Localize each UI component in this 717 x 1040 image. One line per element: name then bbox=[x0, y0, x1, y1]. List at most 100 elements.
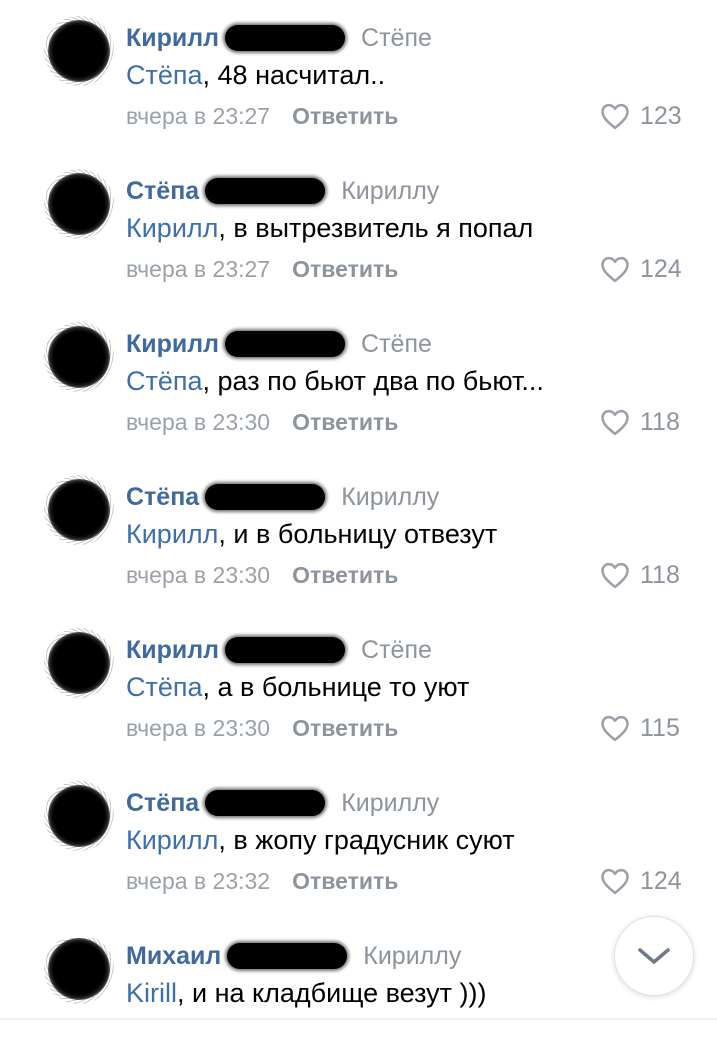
like-count: 124 bbox=[640, 866, 682, 895]
reply-button[interactable]: Ответить bbox=[292, 562, 398, 589]
reply-to-name[interactable]: Кириллу bbox=[341, 483, 439, 512]
heart-outline-icon bbox=[601, 562, 629, 589]
reply-button[interactable]: Ответить bbox=[292, 256, 398, 283]
comment-meta: вчера в 23:30 Ответить bbox=[126, 406, 398, 438]
heart-outline-icon bbox=[601, 256, 629, 283]
comment-body: , в жопу градусник суют bbox=[218, 825, 515, 855]
comment-header: Кирилл Стёпе bbox=[126, 22, 432, 54]
comment-text: Стёпа, раз по бьют два по бьют... bbox=[126, 366, 544, 397]
like-button[interactable]: 123 bbox=[600, 100, 682, 132]
redacted-surname bbox=[205, 484, 326, 510]
mention-link[interactable]: Kirill bbox=[126, 978, 177, 1008]
heart-outline-icon bbox=[601, 868, 629, 895]
comment-item: Кирилл Стёпе Стёпа, а в больнице то уют … bbox=[0, 628, 717, 785]
comment-meta: вчера в 23:27 Ответить bbox=[126, 100, 398, 132]
comment-item: Стёпа Кириллу Кирилл, и в больницу отвез… bbox=[0, 475, 717, 632]
like-button[interactable]: 118 bbox=[600, 559, 680, 591]
mention-link[interactable]: Стёпа bbox=[126, 366, 203, 396]
reply-button[interactable]: Ответить bbox=[292, 103, 398, 130]
comment-meta: вчера в 23:30 Ответить bbox=[126, 712, 398, 744]
avatar[interactable] bbox=[44, 938, 114, 1004]
comment-body: , раз по бьют два по бьют... bbox=[202, 366, 544, 396]
heart-outline-icon bbox=[601, 103, 629, 130]
mention-link[interactable]: Стёпа bbox=[126, 672, 203, 702]
redacted-surname bbox=[225, 331, 346, 357]
mention-link[interactable]: Кирилл bbox=[126, 825, 218, 855]
reply-to-name[interactable]: Кириллу bbox=[341, 789, 439, 818]
redacted-surname bbox=[205, 790, 326, 816]
timestamp: вчера в 23:30 bbox=[126, 714, 271, 741]
reply-button[interactable]: Ответить bbox=[292, 715, 398, 742]
avatar[interactable] bbox=[44, 628, 114, 698]
like-button[interactable]: 118 bbox=[600, 406, 680, 438]
mention-link[interactable]: Кирилл bbox=[126, 519, 218, 549]
comment-item: Стёпа Кириллу Кирилл, в жопу градусник с… bbox=[0, 781, 717, 938]
author-name[interactable]: Кирилл bbox=[126, 636, 219, 665]
comment-header: Стёпа Кириллу bbox=[126, 175, 439, 207]
like-count: 118 bbox=[640, 560, 680, 589]
author-name[interactable]: Стёпа bbox=[126, 789, 199, 818]
comment-text: Кирилл, и в больницу отвезут bbox=[126, 519, 497, 550]
reply-button[interactable]: Ответить bbox=[292, 409, 398, 436]
comment-header: Кирилл Стёпе bbox=[126, 328, 432, 360]
avatar[interactable] bbox=[44, 322, 114, 392]
author-name[interactable]: Кирилл bbox=[126, 24, 219, 53]
reply-button[interactable]: Ответить bbox=[292, 868, 398, 895]
heart-outline-icon bbox=[601, 715, 629, 742]
comment-body: , а в больнице то уют bbox=[202, 672, 470, 702]
redacted-surname bbox=[205, 178, 326, 204]
comment-header: Стёпа Кириллу bbox=[126, 787, 439, 819]
heart-outline-icon bbox=[601, 409, 629, 436]
timestamp: вчера в 23:27 bbox=[126, 102, 271, 129]
avatar[interactable] bbox=[44, 475, 114, 545]
comment-item: Михаил Кириллу Kirill, и на кладбище вез… bbox=[0, 938, 717, 1018]
author-name[interactable]: Кирилл bbox=[126, 330, 219, 359]
comment-header: Кирилл Стёпе bbox=[126, 634, 432, 666]
comment-header: Михаил Кириллу bbox=[126, 940, 461, 972]
timestamp: вчера в 23:30 bbox=[126, 408, 271, 435]
mention-link[interactable]: Стёпа bbox=[126, 60, 203, 90]
comment-text: Кирилл, в вытрезвитель я попал bbox=[126, 213, 533, 244]
like-count: 115 bbox=[640, 713, 680, 742]
reply-to-name[interactable]: Стёпе bbox=[361, 330, 432, 359]
avatar[interactable] bbox=[44, 781, 114, 851]
avatar[interactable] bbox=[44, 16, 114, 86]
avatar[interactable] bbox=[44, 169, 114, 239]
comment-item: Стёпа Кириллу Кирилл, в вытрезвитель я п… bbox=[0, 169, 717, 326]
divider bbox=[0, 1018, 717, 1020]
reply-to-name[interactable]: Стёпе bbox=[361, 24, 432, 53]
scroll-down-button[interactable] bbox=[614, 916, 694, 996]
comment-text: Стёпа, 48 насчитал.. bbox=[126, 60, 385, 91]
like-button[interactable]: 124 bbox=[600, 865, 682, 897]
comment-meta: вчера в 23:30 Ответить bbox=[126, 559, 398, 591]
author-name[interactable]: Михаил bbox=[126, 942, 221, 971]
like-count: 124 bbox=[640, 254, 682, 283]
timestamp: вчера в 23:32 bbox=[126, 867, 271, 894]
comment-body: , в вытрезвитель я попал bbox=[218, 213, 534, 243]
reply-to-name[interactable]: Кириллу bbox=[363, 942, 461, 971]
author-name[interactable]: Стёпа bbox=[126, 177, 199, 206]
comment-body: , 48 насчитал.. bbox=[202, 60, 386, 90]
timestamp: вчера в 23:30 bbox=[126, 561, 271, 588]
comment-item: Кирилл Стёпе Стёпа, 48 насчитал.. вчера … bbox=[0, 16, 717, 173]
timestamp: вчера в 23:27 bbox=[126, 255, 271, 282]
reply-to-name[interactable]: Кириллу bbox=[341, 177, 439, 206]
like-count: 123 bbox=[640, 101, 682, 130]
reply-to-name[interactable]: Стёпе bbox=[361, 636, 432, 665]
redacted-surname bbox=[227, 943, 348, 969]
comment-text: Kirill, и на кладбище везут ))) bbox=[126, 978, 487, 1009]
like-button[interactable]: 115 bbox=[600, 712, 680, 744]
comment-body: , и на кладбище везут ))) bbox=[177, 978, 487, 1008]
comment-meta: вчера в 23:27 Ответить bbox=[126, 253, 398, 285]
comment-header: Стёпа Кириллу bbox=[126, 481, 439, 513]
author-name[interactable]: Стёпа bbox=[126, 483, 199, 512]
comment-body: , и в больницу отвезут bbox=[218, 519, 498, 549]
comment-text: Кирилл, в жопу градусник суют bbox=[126, 825, 515, 856]
comment-item: Кирилл Стёпе Стёпа, раз по бьют два по б… bbox=[0, 322, 717, 479]
redacted-surname bbox=[225, 25, 346, 51]
comment-meta: вчера в 23:32 Ответить bbox=[126, 865, 398, 897]
like-count: 118 bbox=[640, 407, 680, 436]
chevron-down-icon bbox=[638, 948, 670, 964]
like-button[interactable]: 124 bbox=[600, 253, 682, 285]
mention-link[interactable]: Кирилл bbox=[126, 213, 218, 243]
